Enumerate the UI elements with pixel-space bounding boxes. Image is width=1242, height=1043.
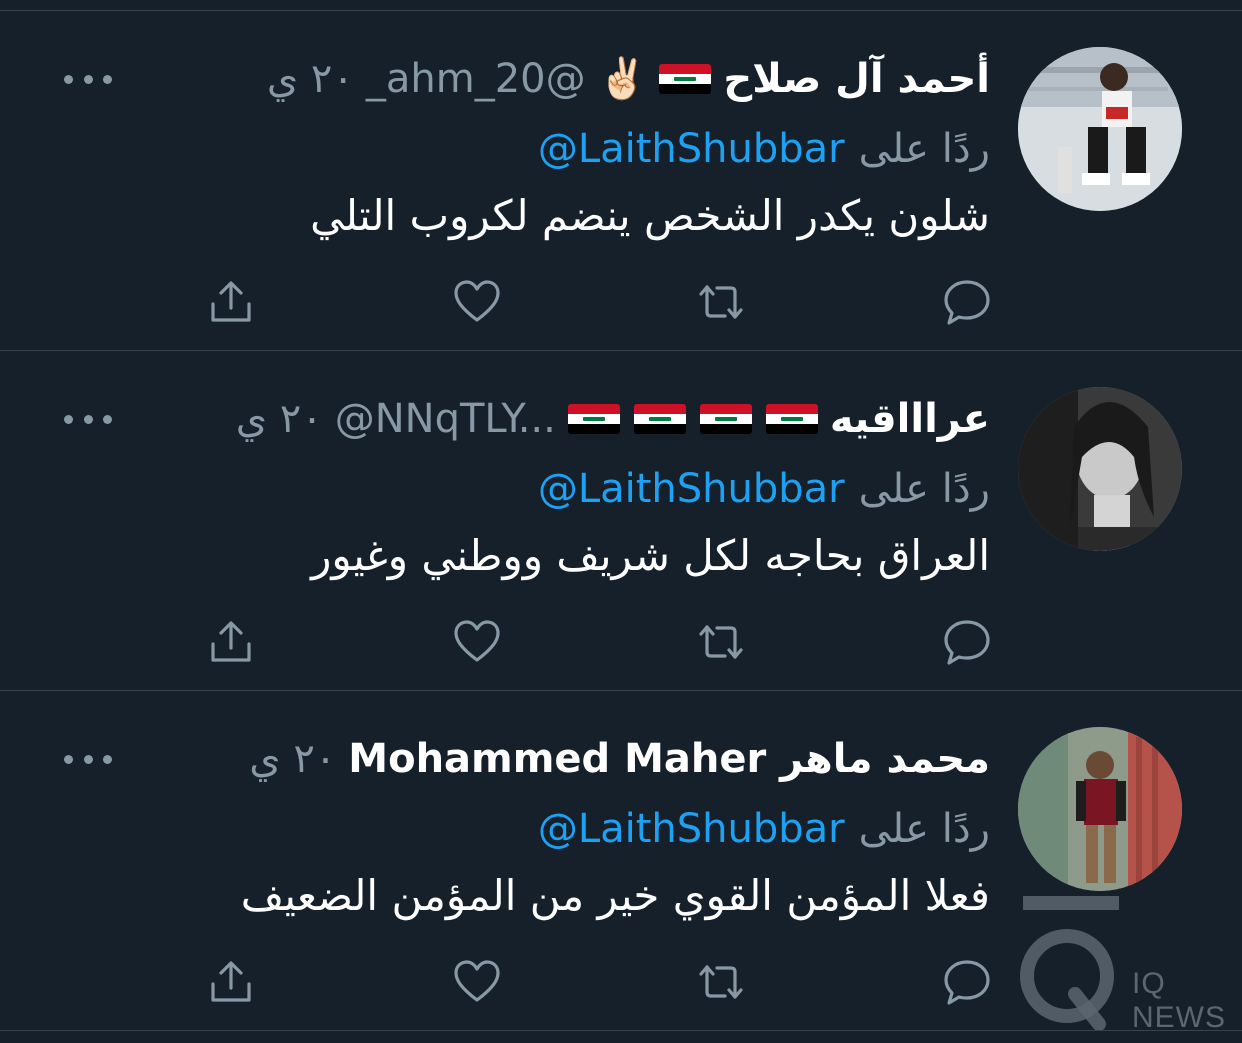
iraq-flag-icon — [765, 404, 818, 434]
share-icon[interactable] — [205, 956, 257, 1008]
avatar[interactable] — [1018, 47, 1182, 211]
like-icon[interactable] — [451, 616, 503, 668]
flag-emojis — [567, 404, 818, 434]
tweet-text: العراق بحاجه لكل شريف ووطني وغيور — [311, 531, 990, 580]
replying-to-label: ردًا على — [858, 806, 990, 852]
mention-link[interactable]: @LaithShubbar — [538, 806, 845, 852]
more-options-icon[interactable] — [64, 743, 112, 775]
tweet-timestamp[interactable]: ٢٠ ي — [236, 396, 323, 442]
tweet-header: أحمد آل صلاح ✌🏻 _ahm_20@ ٢٠ ي — [267, 49, 990, 109]
reply-icon[interactable] — [941, 956, 993, 1008]
more-options-icon[interactable] — [64, 63, 112, 95]
tweet-actions — [205, 616, 995, 676]
retweet-icon[interactable] — [695, 276, 747, 328]
iraq-flag-icon — [699, 404, 752, 434]
display-name[interactable]: عراااقيه — [830, 396, 990, 442]
tweet-actions — [205, 956, 995, 1016]
mention-link[interactable]: @LaithShubbar — [538, 466, 845, 512]
retweet-icon[interactable] — [695, 616, 747, 668]
tweet-header: عراااقيه @NNqTLY... ٢٠ ي — [236, 389, 990, 449]
user-handle[interactable]: _ahm_20@ — [366, 56, 586, 102]
replying-to: ردًا على @LaithShubbar — [538, 459, 990, 519]
avatar[interactable] — [1018, 387, 1182, 551]
like-icon[interactable] — [451, 956, 503, 1008]
watermark-text: IQ NEWS — [1132, 967, 1226, 1034]
tweet-text: شلون يكدر الشخص ينضم لكروب التلي — [310, 191, 990, 240]
replying-to: ردًا على @LaithShubbar — [538, 799, 990, 859]
iraq-flag-icon — [633, 404, 686, 434]
tweet-timestamp[interactable]: ٢٠ ي — [249, 736, 336, 782]
victory-hand-icon: ✌🏻 — [597, 56, 648, 102]
replying-to: ردًا على @LaithShubbar — [538, 119, 990, 179]
iraq-flag-icon — [659, 64, 712, 94]
more-options-icon[interactable] — [64, 403, 112, 435]
bottom-divider — [0, 1030, 1242, 1031]
display-name[interactable]: محمد ماهر Mohammed Maher — [348, 736, 990, 782]
tweet-header: محمد ماهر Mohammed Maher ٢٠ ي — [249, 729, 990, 789]
tweet-actions — [205, 276, 995, 336]
reply-icon[interactable] — [941, 276, 993, 328]
tweet-timestamp[interactable]: ٢٠ ي — [267, 56, 354, 102]
share-icon[interactable] — [205, 616, 257, 668]
user-handle[interactable]: @NNqTLY... — [335, 396, 556, 442]
tweet-replies-screen: أحمد آل صلاح ✌🏻 _ahm_20@ ٢٠ ي ردًا على @… — [0, 0, 1242, 1043]
tweet-reply[interactable]: عراااقيه @NNqTLY... ٢٠ ي ردًا على @Laith… — [0, 351, 1242, 690]
avatar-photo — [1018, 47, 1182, 211]
like-icon[interactable] — [451, 276, 503, 328]
replying-to-label: ردًا على — [858, 126, 990, 172]
display-name[interactable]: أحمد آل صلاح — [723, 56, 990, 102]
tweet-reply[interactable]: أحمد آل صلاح ✌🏻 _ahm_20@ ٢٠ ي ردًا على @… — [0, 11, 1242, 350]
avatar-photo — [1018, 387, 1182, 551]
iraq-flag-icon — [567, 404, 620, 434]
avatar-photo — [1018, 727, 1182, 891]
share-icon[interactable] — [205, 276, 257, 328]
avatar[interactable] — [1018, 727, 1182, 891]
replying-to-label: ردًا على — [858, 466, 990, 512]
flag-emojis — [659, 64, 712, 94]
reply-icon[interactable] — [941, 616, 993, 668]
mention-link[interactable]: @LaithShubbar — [538, 126, 845, 172]
tweet-text: فعلا المؤمن القوي خير من المؤمن الضعيف — [240, 871, 990, 920]
retweet-icon[interactable] — [695, 956, 747, 1008]
